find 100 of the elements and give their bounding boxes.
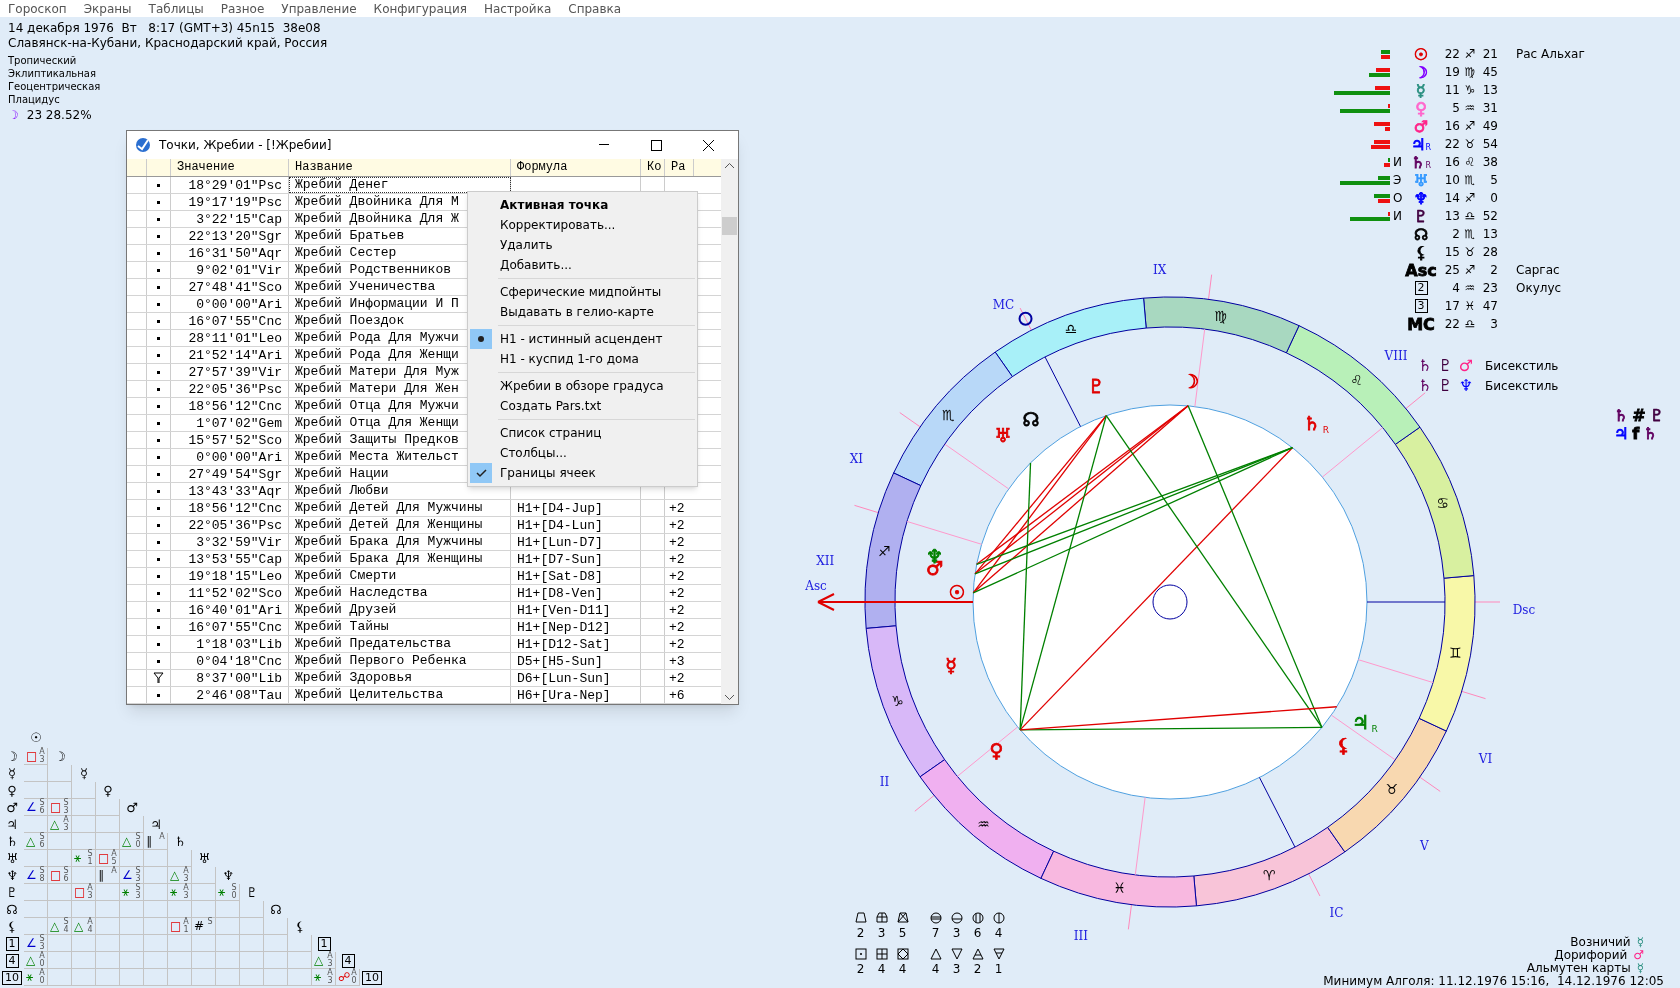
cusp-tick [1127, 904, 1132, 930]
menu-item[interactable]: H1 - истинный асцендент [468, 329, 697, 349]
orb-value: 3 [63, 807, 69, 815]
sign-glyph: ♐ [1463, 190, 1477, 207]
orb-value: 1 [87, 858, 93, 866]
retrograde-mark: R [1322, 425, 1329, 436]
menu-item[interactable]: Добавить... [468, 255, 697, 275]
cusp-tick [1208, 274, 1213, 300]
state-letter: Э [1393, 173, 1402, 187]
column-header[interactable]: Название [289, 159, 511, 176]
body-glyph: ♇ [1438, 357, 1453, 375]
orb-value: 6 [63, 875, 69, 883]
place-line: Славянск-на-Кубани, Краснодарский край, Россия [8, 36, 329, 51]
setting-label: Тропический [8, 54, 78, 67]
cusp-tick [1474, 601, 1501, 603]
diamond-square-icon [896, 948, 909, 960]
menu-item[interactable]: H1 - куспид 1-го дома [468, 349, 697, 369]
menu-item[interactable]: Выдавать в гелио-карте [468, 302, 697, 322]
menu-item[interactable]: Удалить [468, 235, 697, 255]
menu-item[interactable]: Границы ячеек [468, 463, 697, 483]
menu-item[interactable]: Таблицы [148, 0, 204, 17]
table-cell: H1+[D4-Lun] [517, 518, 603, 533]
table-cell: Жребий Тайны [295, 619, 389, 634]
body-glyph: ♃ [150, 815, 162, 832]
triangle-icon [929, 948, 942, 960]
menu-item[interactable]: Экраны [83, 0, 132, 17]
retrograde-mark: R [1425, 142, 1431, 153]
table-cell: D5+[H5-Sun] [517, 654, 603, 669]
table-cell: 16°07'55"Cnc [171, 619, 289, 635]
scroll-down-icon[interactable] [725, 694, 734, 700]
column-header[interactable]: Ра [665, 159, 694, 176]
planet-glyph: ☊ [1022, 407, 1040, 430]
orb-value: 3 [63, 824, 69, 832]
table-cell: Жребий Наследства [295, 585, 428, 600]
menu-item[interactable]: Настройка [483, 0, 552, 17]
menu-item[interactable]: Список страниц [468, 423, 697, 443]
minutes: 31 [1481, 100, 1498, 117]
menu-item[interactable]: Столбцы... [468, 443, 697, 463]
table-cell: +3 [669, 654, 685, 669]
minutes: 0 [1489, 190, 1498, 207]
orb-value: 3 [135, 892, 141, 900]
menu-item[interactable]: Создать Pars.txt [468, 396, 697, 416]
grid-cell [96, 952, 120, 969]
scroll-up-icon[interactable] [725, 163, 734, 169]
minimize-icon [599, 144, 609, 146]
house-cusp-line [956, 726, 1019, 777]
planet-glyph: ♄ [1303, 412, 1321, 435]
body-glyph: ♅ [6, 849, 18, 868]
grid-cell [168, 952, 192, 969]
half-circle-icon [950, 912, 963, 924]
scrollbar[interactable] [721, 159, 738, 704]
aspect-glyph: □ [98, 852, 110, 864]
configuration-label: Бисекстиль [1485, 358, 1559, 375]
menu-item[interactable]: Жребии в обзоре градуса [468, 376, 697, 396]
menu-item[interactable]: Справка [568, 0, 622, 17]
table-cell: 16°40'01"Ari [171, 602, 289, 618]
state-letter: И [1393, 209, 1402, 223]
menu-item[interactable]: Управление [281, 0, 357, 17]
menu-item[interactable]: Сферические мидпойнты [468, 282, 697, 302]
table-cell: 16°07'55"Cnc [171, 313, 289, 329]
state-letter: И [1393, 155, 1402, 169]
date-line: 14 декабря 1976 Вт 8:17 (GMT+3) 45n15 38e08 [8, 21, 322, 36]
menu-item[interactable]: Конфигурация [373, 0, 467, 17]
aspect-note: A [351, 969, 357, 977]
grid-cell [120, 952, 144, 969]
menu-item[interactable]: Разное [220, 0, 265, 17]
minutes: 13 [1481, 226, 1498, 243]
table-cell: Жребий Смерти [295, 568, 397, 583]
table-cell: H1+[Lun-D7] [517, 535, 603, 550]
table-cell: Жребий Предательства [295, 636, 452, 651]
count-label: 2 [856, 961, 865, 978]
scrollbar-thumb[interactable] [722, 217, 737, 235]
body-glyph: Asc [1405, 261, 1437, 279]
table-cell: Жребий Ученичества [295, 279, 436, 294]
planet-glyph: ☽ [1181, 369, 1199, 392]
house-label: V [1420, 839, 1429, 854]
aspect-glyph: ∠ [122, 869, 133, 881]
aspect-glyph: ⚹ [26, 971, 33, 983]
column-header[interactable]: Формула [511, 159, 641, 176]
check-icon [475, 468, 487, 478]
column-header[interactable]: Значение [171, 159, 289, 176]
orb-value: 4 [63, 926, 69, 934]
minutes: 49 [1481, 118, 1498, 135]
menu-item[interactable]: Корректировать... [468, 215, 697, 235]
body-glyph: ♀ [103, 781, 113, 800]
table-cell: 21°52'14"Ari [171, 347, 289, 363]
aspect-note: S [231, 884, 237, 892]
body-glyph: ♆ [1413, 189, 1429, 207]
sign-glyph: ♉ [1463, 136, 1477, 153]
aspect-glyph: △ [26, 835, 36, 847]
table-cell: Жребий Рода Для Женщи [295, 347, 459, 362]
menu-item[interactable]: Гороскоп [8, 0, 67, 17]
column-header[interactable]: Ко. [641, 159, 665, 176]
table-cell: +2 [669, 535, 685, 550]
body-glyph: ♂ [1458, 357, 1474, 375]
menu-item[interactable]: Активная точка [468, 195, 697, 215]
cusp-tick [1308, 873, 1321, 897]
table-cell: 1°07'02"Gem [171, 415, 289, 431]
cusp-tick [1405, 392, 1426, 410]
house-cusp-line [1330, 714, 1396, 761]
